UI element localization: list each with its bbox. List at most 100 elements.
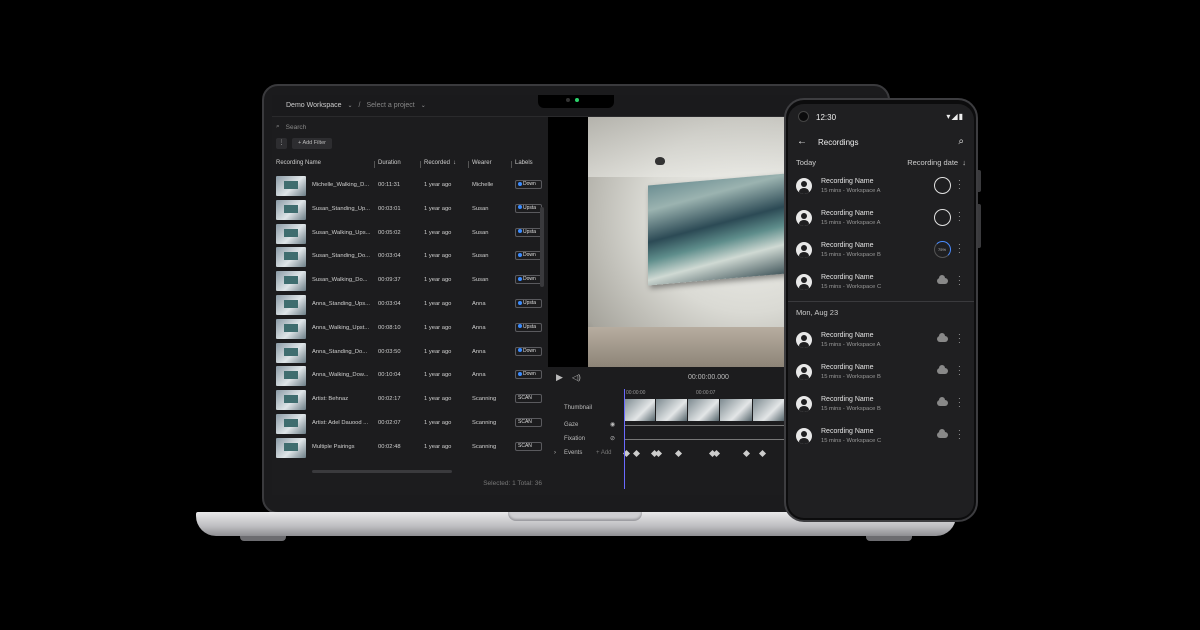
status-icons: ▾◢▮ bbox=[946, 112, 964, 121]
cloud-icon[interactable] bbox=[937, 397, 948, 406]
table-row[interactable]: Multiple Pairings 00:02:48 1 year ago Scann… bbox=[272, 436, 542, 460]
column-header[interactable]: Labels bbox=[515, 160, 533, 166]
list-item[interactable]: Recording Name 15 mins - Workspace A · · · bbox=[788, 202, 974, 234]
more-options-button[interactable]: ⋮ bbox=[276, 138, 287, 149]
table-row[interactable]: Artist: Adel Dauood ... 00:02:07 1 year ag… bbox=[272, 412, 542, 436]
table-row[interactable]: Anna_Walking_Upst... 00:08:10 1 year ago An… bbox=[272, 317, 542, 341]
workspace-selector[interactable]: Demo Workspace bbox=[286, 102, 342, 109]
volume-icon[interactable]: ◁) bbox=[572, 373, 581, 382]
more-vert-icon[interactable]: · · · bbox=[958, 363, 961, 379]
add-filter-button[interactable]: + Add Filter bbox=[292, 138, 332, 149]
back-arrow-icon[interactable]: ← bbox=[797, 136, 807, 147]
list-item[interactable]: Recording Name 15 mins - Workspace B · · · bbox=[788, 356, 974, 388]
label-text: Down bbox=[523, 252, 536, 259]
add-event-button[interactable]: + Add bbox=[596, 450, 612, 456]
label-chip[interactable]: Upsta bbox=[515, 299, 542, 308]
recording-thumbnail bbox=[276, 176, 306, 196]
eye-off-icon[interactable]: ⊘ bbox=[610, 435, 615, 442]
list-item[interactable]: Recording Name 15 mins - Workspace B 75% · ·… bbox=[788, 234, 974, 266]
recording-subtitle: 15 mins - Workspace B bbox=[821, 374, 881, 380]
cloud-icon[interactable] bbox=[937, 275, 948, 284]
event-marker-icon[interactable] bbox=[712, 449, 721, 458]
cell-recorded: 1 year ago bbox=[424, 348, 452, 355]
cell-wearer: Scanning bbox=[472, 443, 497, 450]
table-row[interactable]: Anna_Standing_Do... 00:03:50 1 year ago Ann… bbox=[272, 341, 542, 365]
event-marker-icon[interactable] bbox=[674, 449, 683, 458]
label-chip[interactable]: SCAN bbox=[515, 394, 542, 404]
project-selector[interactable]: Select a project bbox=[367, 102, 415, 109]
label-chip[interactable]: Upsta bbox=[515, 203, 542, 213]
cloud-icon[interactable] bbox=[937, 429, 948, 438]
label-dot-icon bbox=[518, 348, 522, 353]
sort-control[interactable]: Recording date ↓ bbox=[907, 158, 966, 167]
list-item[interactable]: Recording Name 15 mins - Workspace A · · · bbox=[788, 324, 974, 356]
event-marker-icon[interactable] bbox=[742, 449, 751, 458]
more-vert-icon[interactable]: · · · bbox=[958, 273, 961, 289]
recording-thumbnail bbox=[276, 247, 306, 268]
column-separator[interactable] bbox=[374, 161, 375, 168]
table-row[interactable]: Susan_Standing_Do... 00:03:04 1 year ago Su… bbox=[272, 245, 542, 269]
chevron-right-icon[interactable]: › bbox=[554, 450, 556, 456]
label-dot-icon bbox=[518, 276, 522, 281]
recording-subtitle: 15 mins - Workspace B bbox=[821, 406, 881, 412]
table-row[interactable]: Susan_Walking_Do... 00:09:37 1 year ago Sus… bbox=[272, 269, 542, 293]
list-item[interactable]: Recording Name 15 mins - Workspace C · · · bbox=[788, 266, 974, 298]
label-chip[interactable]: SCAN bbox=[515, 441, 542, 451]
recording-title: Recording Name bbox=[821, 242, 874, 249]
list-item[interactable]: Recording Name 15 mins - Workspace A · · · bbox=[788, 170, 974, 202]
table-row[interactable]: Anna_Walking_Dow... 00:10:04 1 year ago Ann… bbox=[272, 364, 542, 388]
label-chip[interactable]: Upsta bbox=[515, 227, 542, 237]
table-row[interactable]: Anna_Standing_Ups... 00:03:04 1 year ago An… bbox=[272, 293, 542, 317]
recording-thumbnail bbox=[276, 199, 306, 220]
label-chip[interactable]: Down bbox=[515, 180, 542, 189]
eye-icon[interactable]: ◉ bbox=[610, 421, 615, 428]
column-header[interactable]: Recorded bbox=[424, 160, 450, 166]
sort-arrow-icon[interactable]: ↓ bbox=[453, 160, 456, 166]
cloud-icon[interactable] bbox=[937, 365, 948, 374]
laptop-groove bbox=[508, 512, 642, 521]
cell-wearer: Anna bbox=[472, 301, 486, 307]
search-row[interactable]: ⌕ Search bbox=[276, 123, 306, 131]
label-chip[interactable]: Down bbox=[515, 275, 542, 285]
label-chip[interactable]: SCAN bbox=[515, 418, 542, 427]
download-ring-icon[interactable] bbox=[934, 177, 951, 194]
column-separator[interactable] bbox=[468, 161, 469, 168]
playhead[interactable] bbox=[624, 389, 625, 489]
cloud-icon[interactable] bbox=[937, 333, 948, 342]
event-marker-icon[interactable] bbox=[632, 449, 641, 458]
label-chip[interactable]: Down bbox=[515, 251, 542, 261]
column-separator[interactable] bbox=[511, 161, 512, 168]
more-vert-icon[interactable]: · · · bbox=[958, 395, 961, 411]
horizontal-scrollbar[interactable] bbox=[312, 470, 452, 473]
sort-label: Recording date bbox=[907, 158, 959, 167]
more-vert-icon[interactable]: · · · bbox=[958, 241, 961, 257]
list-item[interactable]: Recording Name 15 mins - Workspace C · · · bbox=[788, 420, 974, 452]
column-separator[interactable] bbox=[420, 161, 421, 168]
event-marker-icon[interactable] bbox=[758, 449, 767, 458]
play-icon[interactable]: ▶ bbox=[556, 372, 563, 383]
column-header[interactable]: Recording Name bbox=[276, 160, 321, 166]
more-vert-icon[interactable]: · · · bbox=[958, 427, 961, 443]
cell-duration: 00:03:04 bbox=[378, 253, 401, 260]
column-header[interactable]: Duration bbox=[378, 160, 401, 166]
search-icon[interactable]: ⌕ bbox=[958, 136, 964, 147]
table-row[interactable]: Susan_Walking_Ups... 00:05:02 1 year ago Su… bbox=[272, 222, 542, 246]
more-vert-icon[interactable]: · · · bbox=[958, 177, 961, 193]
search-input[interactable]: Search bbox=[286, 124, 307, 131]
column-header[interactable]: Wearer bbox=[472, 160, 492, 166]
progress-ring[interactable]: 75% bbox=[934, 241, 951, 258]
label-chip[interactable]: Upsta bbox=[515, 322, 542, 332]
tick-label: 00:00:07 bbox=[696, 390, 716, 396]
more-vert-icon[interactable]: · · · bbox=[958, 331, 961, 347]
event-marker-icon[interactable] bbox=[654, 449, 663, 458]
label-chip[interactable]: Down bbox=[515, 370, 542, 380]
download-ring-icon[interactable] bbox=[934, 209, 951, 226]
recording-thumbnail bbox=[276, 223, 306, 244]
vertical-scrollbar[interactable] bbox=[540, 207, 544, 287]
table-row[interactable]: Michelle_Walking_D... 00:11:31 1 year ago M… bbox=[272, 174, 542, 198]
list-item[interactable]: Recording Name 15 mins - Workspace B · · · bbox=[788, 388, 974, 420]
label-chip[interactable]: Down bbox=[515, 346, 542, 356]
more-vert-icon[interactable]: · · · bbox=[958, 209, 961, 225]
table-row[interactable]: Artist: Behnaz 00:02:17 1 year ago Scanning… bbox=[272, 388, 542, 412]
table-row[interactable]: Susan_Standing_Up... 00:03:01 1 year ago Su… bbox=[272, 198, 542, 222]
